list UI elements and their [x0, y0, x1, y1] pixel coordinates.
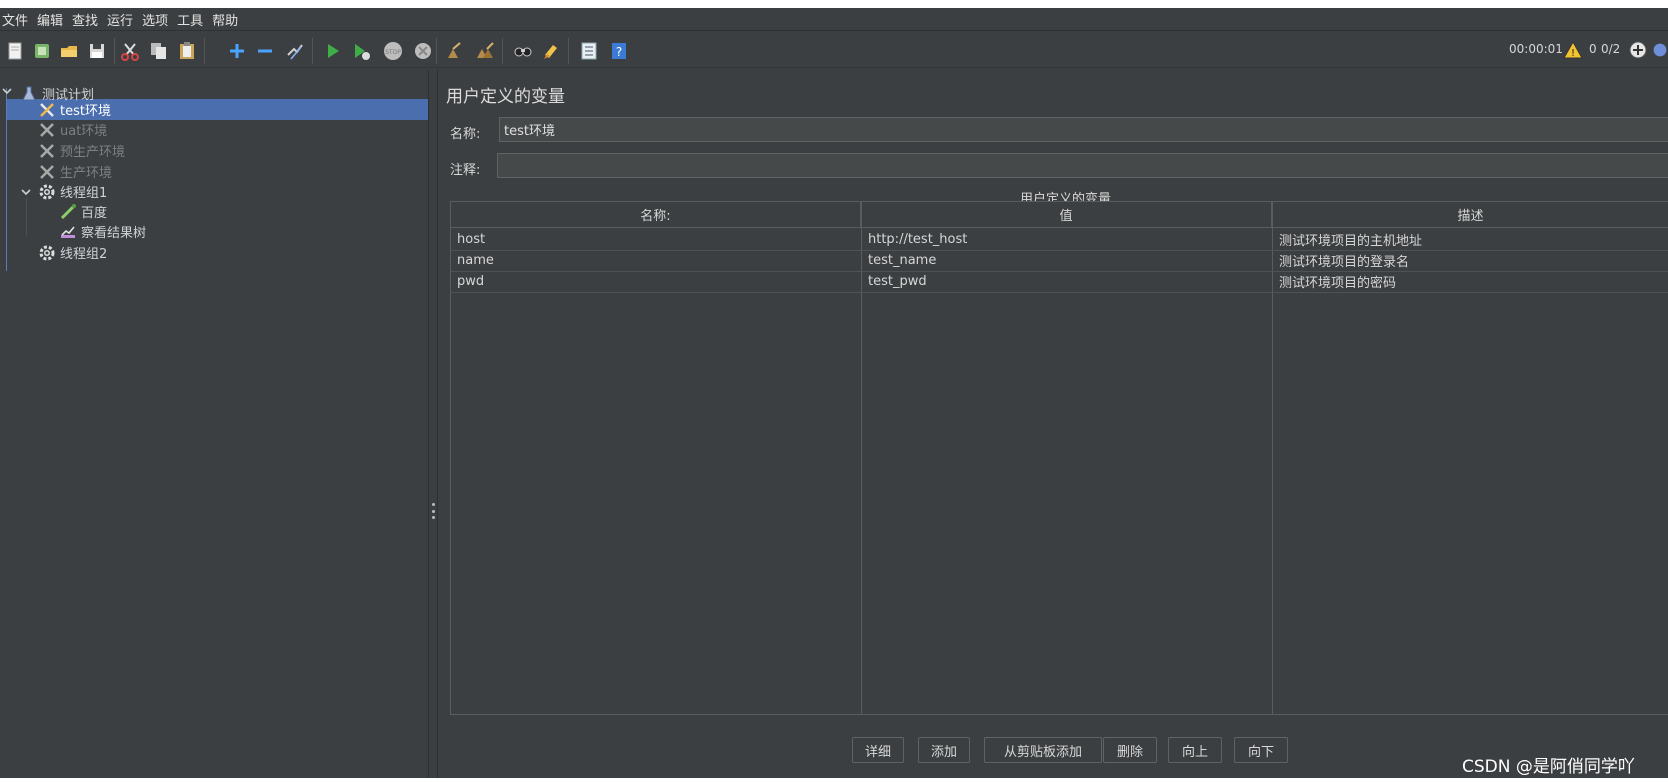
menu-help[interactable]: 帮助 [212, 10, 238, 29]
panel-splitter[interactable] [428, 70, 438, 778]
warning-icon[interactable]: ! [1562, 39, 1584, 61]
stop-icon[interactable]: STOP [382, 40, 404, 62]
menu-tools[interactable]: 工具 [177, 10, 203, 29]
tree-node-pre-prod-env[interactable]: 预生产环境 [37, 140, 125, 161]
new-icon[interactable] [4, 40, 26, 62]
tree-node-thread-group-1[interactable]: 线程组1 [37, 181, 107, 202]
start-no-pause-icon[interactable] [350, 40, 372, 62]
wrench-cross-icon [37, 141, 57, 161]
table-cell[interactable]: 测试环境项目的主机地址 [1273, 229, 1668, 250]
search-icon[interactable] [512, 40, 534, 62]
wrench-cross-icon [37, 120, 57, 140]
flask-icon [19, 84, 39, 104]
tree-node-label: 生产环境 [60, 166, 113, 181]
variables-table[interactable]: 名称: 值 描述 host http://test_host 测试环境项目的主机… [450, 201, 1668, 715]
add-button[interactable]: 添加 [918, 737, 970, 763]
table-cell[interactable]: 测试环境项目的登录名 [1273, 250, 1668, 271]
toolbar: STOP ? [0, 32, 1668, 68]
table-cell[interactable]: test_name [862, 250, 1272, 271]
tree-node-prod-env[interactable]: 生产环境 [37, 161, 112, 182]
detail-button[interactable]: 详细 [852, 737, 904, 763]
tree-node-test-env[interactable]: test环境 [37, 99, 111, 120]
log-viewer-icon[interactable] [1652, 39, 1668, 61]
paste-icon[interactable] [176, 40, 198, 62]
row-divider [451, 292, 1668, 293]
tree-node-thread-group-2[interactable]: 线程组2 [37, 242, 107, 263]
move-up-button[interactable]: 向上 [1168, 737, 1222, 763]
chevron-down-icon[interactable] [1, 85, 13, 97]
chevron-down-icon[interactable] [20, 186, 32, 198]
templates-icon[interactable] [31, 40, 53, 62]
menu-run[interactable]: 运行 [107, 10, 133, 29]
save-icon[interactable] [86, 40, 108, 62]
watermark-text: CSDN @是阿俏同学吖 [1462, 757, 1635, 777]
gear-icon [37, 243, 57, 263]
menu-search[interactable]: 查找 [72, 10, 98, 29]
name-field[interactable] [499, 117, 1668, 142]
wrench-cross-icon [37, 100, 57, 120]
menu-edit[interactable]: 编辑 [37, 10, 63, 29]
chart-icon [58, 222, 78, 242]
table-cell[interactable]: http://test_host [862, 229, 1272, 250]
cut-icon[interactable] [119, 40, 141, 62]
tree-node-label: 线程组2 [60, 247, 108, 262]
function-helper-icon[interactable] [578, 40, 600, 62]
tree-node-label: 预生产环境 [60, 145, 126, 160]
help-icon[interactable]: ? [608, 40, 630, 62]
tree-node-label: test环境 [60, 104, 111, 119]
menu-bar: 文件 编辑 查找 运行 选项 工具 帮助 [0, 8, 1668, 31]
menu-options[interactable]: 选项 [142, 10, 168, 29]
table-cell[interactable]: 测试环境项目的密码 [1273, 271, 1668, 292]
gear-icon [37, 182, 57, 202]
svg-text:?: ? [616, 45, 622, 59]
svg-text:STOP: STOP [385, 49, 401, 56]
delete-button[interactable]: 删除 [1103, 737, 1157, 763]
column-header-value[interactable]: 值 [861, 202, 1272, 228]
comment-label: 注释: [450, 163, 481, 178]
move-down-button[interactable]: 向下 [1234, 737, 1288, 763]
tree-node-label: 百度 [81, 206, 108, 221]
start-icon[interactable] [322, 40, 344, 62]
table-cell[interactable]: name [451, 250, 861, 271]
tree-node-baidu-sampler[interactable]: 百度 [58, 201, 107, 222]
wrench-cross-icon [37, 162, 57, 182]
svg-text:!: ! [1571, 48, 1575, 59]
toggle-icon[interactable] [284, 40, 306, 62]
table-cell[interactable]: host [451, 229, 861, 250]
name-label: 名称: [450, 127, 481, 142]
jmeter-window: 文件 编辑 查找 运行 选项 工具 帮助 STOP ? 00:00:01 ! 0… [0, 8, 1668, 778]
shutdown-icon[interactable] [412, 40, 434, 62]
comment-field[interactable] [497, 153, 1668, 178]
clear-icon[interactable] [444, 40, 466, 62]
table-cell[interactable]: test_pwd [862, 271, 1272, 292]
expand-icon[interactable] [226, 40, 248, 62]
table-cell[interactable]: pwd [451, 271, 861, 292]
tree-guide-line [6, 88, 7, 271]
open-icon[interactable] [58, 40, 80, 62]
splitter-grip-icon[interactable] [432, 503, 435, 519]
menu-file[interactable]: 文件 [2, 10, 28, 29]
tree-node-view-results-tree[interactable]: 察看结果树 [58, 221, 146, 242]
tree-node-label: 察看结果树 [81, 226, 147, 241]
column-header-description[interactable]: 描述 [1272, 202, 1668, 228]
panel-title: 用户定义的变量 [446, 87, 565, 107]
add-from-clipboard-button[interactable]: 从剪贴板添加 [984, 737, 1102, 763]
pipette-icon [58, 202, 78, 222]
tree-node-label: 线程组1 [60, 186, 108, 201]
warning-count: 0 [1589, 42, 1597, 56]
active-threads: 0/2 [1601, 42, 1621, 56]
copy-icon[interactable] [148, 40, 170, 62]
remote-start-all-icon[interactable] [1627, 39, 1649, 61]
clear-all-icon[interactable] [474, 40, 496, 62]
tree-node-uat-env[interactable]: uat环境 [37, 119, 107, 140]
elapsed-time: 00:00:01 [1509, 42, 1563, 56]
tree-node-label: uat环境 [60, 124, 108, 139]
tree-guide-line [26, 198, 27, 236]
collapse-icon[interactable] [254, 40, 276, 62]
reset-search-icon[interactable] [540, 40, 562, 62]
column-header-name[interactable]: 名称: [451, 202, 861, 228]
